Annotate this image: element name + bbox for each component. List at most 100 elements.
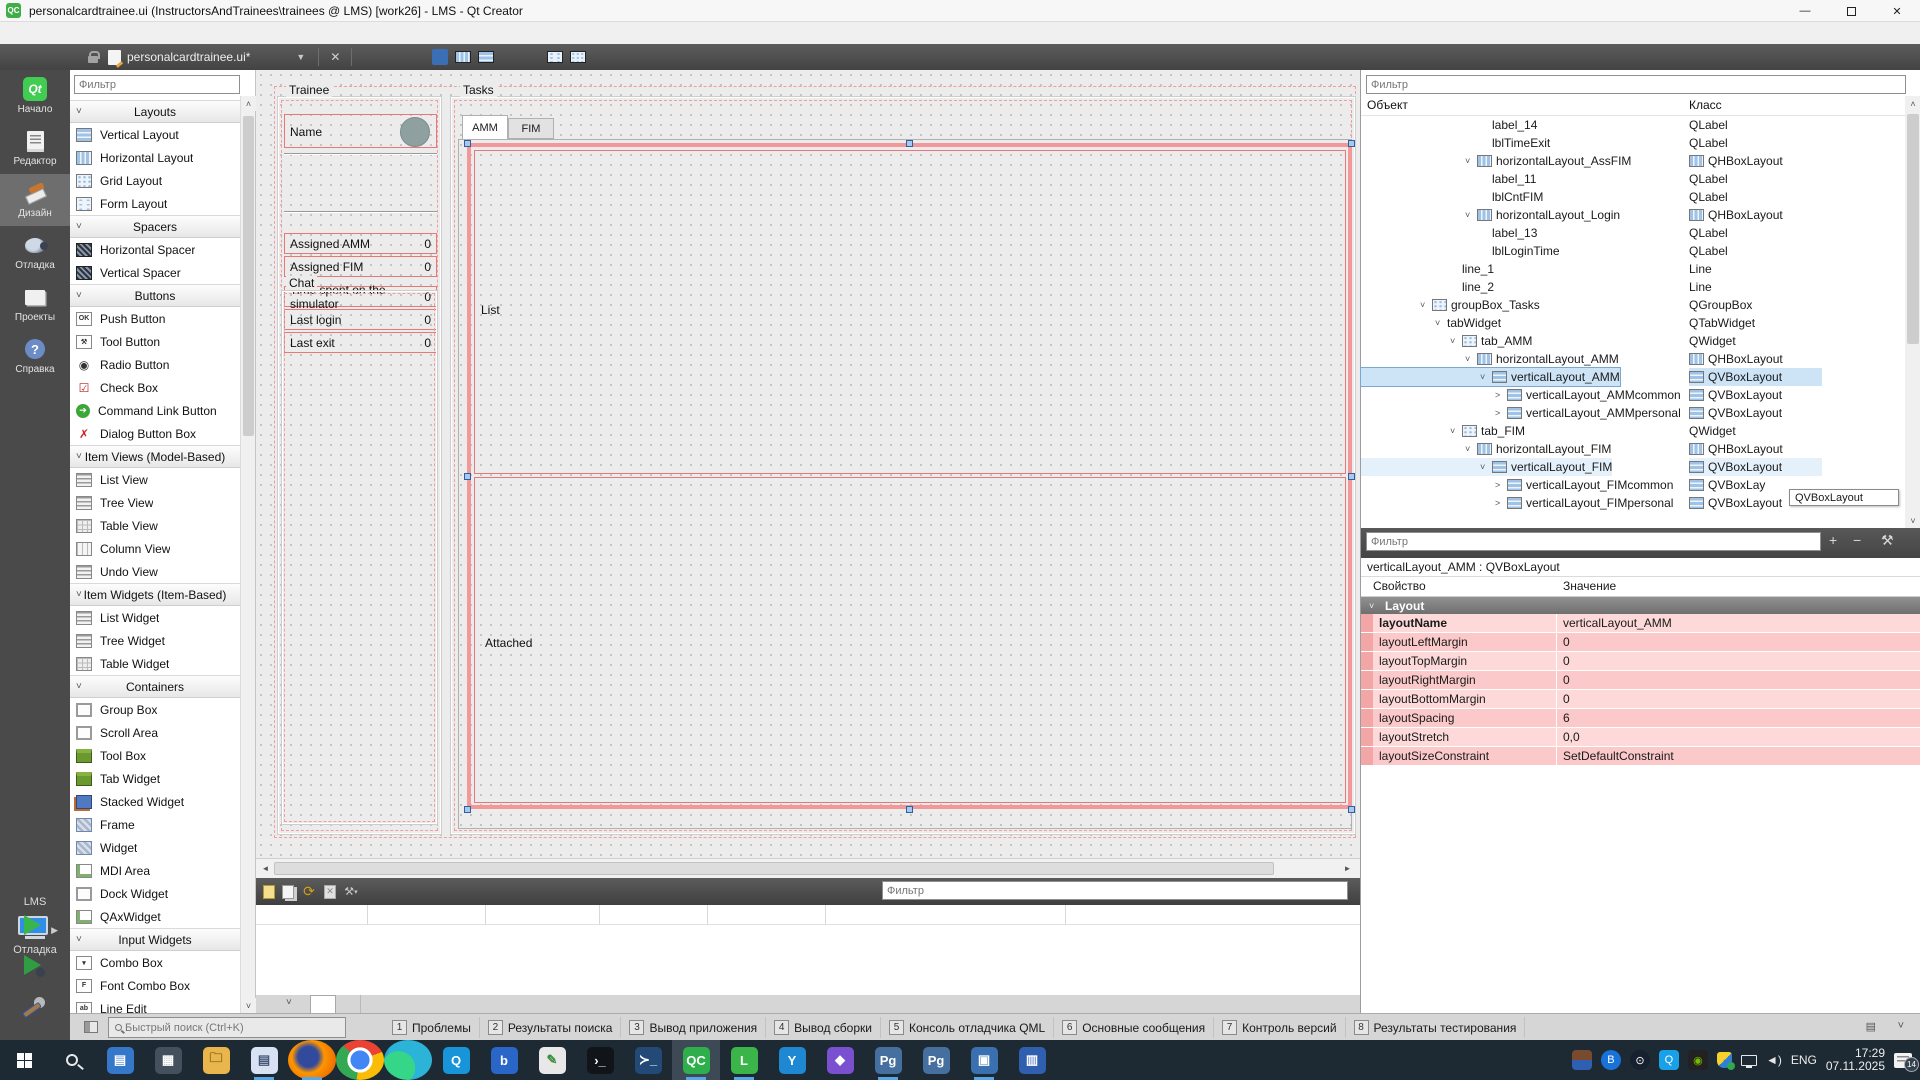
layout-split-vertical-icon[interactable] <box>524 49 540 65</box>
attached-label[interactable]: Attached <box>485 636 532 650</box>
tree-row-line_1[interactable]: line_1 Line <box>1361 260 1905 278</box>
layout-vertical-icon[interactable] <box>478 51 494 63</box>
widget-item-tool-button[interactable]: ⚒ Tool Button <box>70 330 240 353</box>
menu-item[interactable] <box>28 22 50 44</box>
maximize-button[interactable] <box>1828 0 1874 22</box>
trainee-avatar[interactable] <box>400 117 430 147</box>
widget-category-buttons[interactable]: ˅ Buttons <box>70 284 240 307</box>
tree-chevron-icon[interactable]: ˃ <box>1495 408 1507 418</box>
taskbar-disk-app[interactable]: ▤ <box>240 1040 288 1080</box>
new-action-icon[interactable] <box>263 885 275 899</box>
widget-category-input-widgets[interactable]: ˅ Input Widgets <box>70 928 240 951</box>
panel-build-output[interactable]: 4 Вывод сборки <box>766 1017 881 1038</box>
widget-item-column-view[interactable]: Column View <box>70 537 240 560</box>
layoutSpacing[interactable]: layoutSpacing 6 <box>1361 709 1920 728</box>
tree-row-horizontalLayout_Login[interactable]: ˅ horizontalLayout_Login QHBoxLayout <box>1361 206 1905 224</box>
widget-item-line-edit[interactable]: ab Line Edit <box>70 997 240 1013</box>
taskbar-cmd[interactable]: ›_ <box>576 1040 624 1080</box>
tree-row-verticalLayout_FIM[interactable]: ˅ verticalLayout_FIM QVBoxLayout <box>1361 458 1905 476</box>
panel-problems[interactable]: 1 Проблемы <box>384 1017 480 1038</box>
inspector-filter-input[interactable] <box>1366 75 1906 94</box>
chat-groupbox-title[interactable]: Chat <box>286 276 317 290</box>
widget-item-form-layout[interactable]: Form Layout <box>70 192 240 215</box>
mode-welcome[interactable]: Qt Начало <box>0 70 70 122</box>
scrollbar-thumb[interactable] <box>274 862 1274 875</box>
layoutRightMargin[interactable]: layoutRightMargin 0 <box>1361 671 1920 690</box>
remove-property-icon[interactable]: − <box>1853 532 1861 548</box>
widget-item-tree-widget[interactable]: Tree Widget <box>70 629 240 652</box>
edit-widgets-icon[interactable] <box>363 49 379 65</box>
taskbar-chrome[interactable] <box>336 1040 384 1080</box>
selection-handle[interactable] <box>1348 806 1355 813</box>
widget-item-vertical-layout[interactable]: Vertical Layout <box>70 123 240 146</box>
configure-properties-icon[interactable]: ⚒ <box>1881 532 1894 549</box>
tree-chevron-icon[interactable]: ˅ <box>1435 318 1447 328</box>
taskbar-edge[interactable] <box>384 1040 432 1080</box>
widget-item-font-combo-box[interactable]: F Font Combo Box <box>70 974 240 997</box>
tasks-groupbox-title[interactable]: Tasks <box>460 83 497 97</box>
taskbar-fork-app[interactable]: Y <box>768 1040 816 1080</box>
column-object[interactable]: Объект <box>1367 98 1408 112</box>
build-button[interactable] <box>20 995 46 1021</box>
layoutBottomMargin[interactable]: layoutBottomMargin 0 <box>1361 690 1920 709</box>
panel-app-output[interactable]: 3 Вывод приложения <box>621 1017 766 1038</box>
tree-chevron-icon[interactable]: ˅ <box>1420 300 1432 310</box>
widget-item-widget[interactable]: Widget <box>70 836 240 859</box>
sublayout-AMMcommon[interactable]: List <box>474 150 1346 474</box>
taskbar-search-button[interactable] <box>48 1040 96 1080</box>
tree-chevron-icon[interactable]: ˅ <box>1465 444 1477 454</box>
break-layout-icon[interactable] <box>593 49 609 65</box>
widget-item-check-box[interactable]: ☑ Check Box <box>70 376 240 399</box>
list-label[interactable]: List <box>481 303 500 317</box>
widget-item-mdi-area[interactable]: MDI Area <box>70 859 240 882</box>
taskbar-postgres-2[interactable]: Pg <box>912 1040 960 1080</box>
mode-debug[interactable]: Отладка <box>0 226 70 278</box>
scroll-up-icon[interactable]: ˄ <box>1905 96 1920 111</box>
minimize-button[interactable]: — <box>1782 0 1828 22</box>
tree-row-tab_AMM[interactable]: ˅ tab_AMM QWidget <box>1361 332 1905 350</box>
tree-row-label_13[interactable]: label_13 QLabel <box>1361 224 1905 242</box>
action-table-column-header[interactable] <box>486 905 600 925</box>
taskbar-purple-app[interactable]: ◆ <box>816 1040 864 1080</box>
tray-q-app-icon[interactable]: Q <box>1659 1050 1679 1070</box>
widget-item-grid-layout[interactable]: Grid Layout <box>70 169 240 192</box>
trainee-name-row[interactable]: Name <box>284 114 437 148</box>
tree-chevron-icon[interactable]: ˅ <box>1465 210 1477 220</box>
taskbar-explorer[interactable]: 🗀 <box>192 1040 240 1080</box>
dock-collapse-icon[interactable]: ˅ <box>286 997 292 1008</box>
tree-chevron-icon[interactable]: ˅ <box>1480 462 1492 472</box>
edit-tab-order-icon[interactable] <box>432 49 448 65</box>
delete-action-icon[interactable]: ✕ <box>324 885 336 899</box>
widget-item-list-widget[interactable]: List Widget <box>70 606 240 629</box>
tree-row-label_14[interactable]: label_14 QLabel <box>1361 116 1905 134</box>
edit-signals-slots-icon[interactable] <box>386 49 402 65</box>
tree-row-verticalLayout_AMM[interactable]: ˅ verticalLayout_AMM QVBoxLayout <box>1361 368 1905 386</box>
widget-category-layouts[interactable]: ˅ Layouts <box>70 100 240 123</box>
notifications-icon[interactable]: 14 <box>1894 1053 1912 1068</box>
column-property[interactable]: Свойство <box>1373 579 1426 593</box>
widget-item-undo-view[interactable]: Undo View <box>70 560 240 583</box>
mode-edit[interactable]: Редактор <box>0 122 70 174</box>
edit-buddies-icon[interactable] <box>409 49 425 65</box>
widget-item-tab-widget[interactable]: Tab Widget <box>70 767 240 790</box>
widget-item-frame[interactable]: Frame <box>70 813 240 836</box>
tree-chevron-icon[interactable]: ˅ <box>1450 336 1462 346</box>
scrollbar-thumb[interactable] <box>1907 114 1919 344</box>
widget-item-list-view[interactable]: List View <box>70 468 240 491</box>
panel-version-control[interactable]: 7 Контроль версий <box>1214 1017 1345 1038</box>
sync-actions-icon[interactable]: ⟳ <box>301 884 317 900</box>
tree-row-horizontalLayout_FIM[interactable]: ˅ horizontalLayout_FIM QHBoxLayout <box>1361 440 1905 458</box>
form-editor-canvas[interactable]: Trainee Name Assigned AMM 0 Assigned FIM… <box>256 70 1360 858</box>
scroll-down-icon[interactable]: ˅ <box>241 998 256 1013</box>
mode-help[interactable]: ? Справка <box>0 330 70 382</box>
mode-design[interactable]: Дизайн <box>0 174 70 226</box>
panel-general-messages[interactable]: 6 Основные сообщения <box>1054 1017 1214 1038</box>
widget-item-table-widget[interactable]: Table Widget <box>70 652 240 675</box>
layoutStretch[interactable]: layoutStretch 0,0 <box>1361 728 1920 747</box>
menu-item[interactable] <box>160 22 182 44</box>
expand-panel-icon[interactable]: ˅ <box>1898 1020 1904 1032</box>
windows-security-icon[interactable] <box>1717 1052 1732 1068</box>
widget-item-command-link-button[interactable]: ➔ Command Link Button <box>70 399 240 422</box>
widget-category-spacers[interactable]: ˅ Spacers <box>70 215 240 238</box>
widget-item-stacked-widget[interactable]: Stacked Widget <box>70 790 240 813</box>
